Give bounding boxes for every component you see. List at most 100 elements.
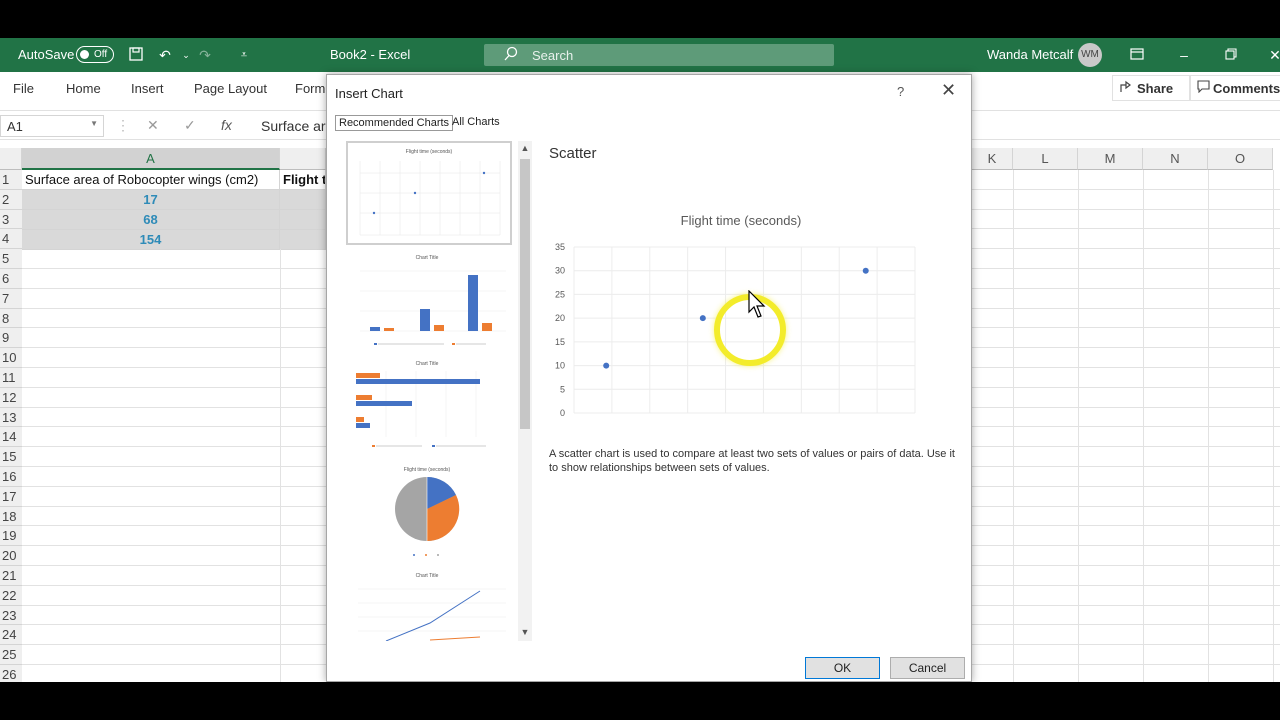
row-header-11[interactable]: 11 (0, 368, 22, 388)
autosave-toggle[interactable]: Off (76, 46, 114, 63)
help-icon[interactable]: ? (897, 84, 904, 99)
row-header-20[interactable]: 20 (0, 546, 22, 566)
column-header-b[interactable] (280, 148, 326, 170)
function-icon[interactable]: fx (221, 117, 232, 133)
avatar[interactable]: WM (1078, 43, 1102, 67)
select-all-corner[interactable] (0, 148, 22, 170)
cell-b3[interactable] (280, 210, 326, 230)
row-header-3[interactable]: 3 (0, 209, 22, 230)
customize-toolbar-icon[interactable]: ⩡ (235, 46, 253, 64)
save-icon[interactable] (127, 46, 145, 64)
grid-column-line (1013, 665, 1014, 682)
column-header-n[interactable]: N (1143, 148, 1208, 170)
thumbnail-clustered-column[interactable]: Chart Title (346, 251, 512, 355)
cell-a2[interactable]: 17 (22, 190, 280, 210)
ok-button[interactable]: OK (805, 657, 880, 679)
row-header-22[interactable]: 22 (0, 585, 22, 606)
cancel-entry-icon[interactable]: ✕ (147, 117, 159, 134)
data-point (603, 362, 610, 369)
row-header-25[interactable]: 25 (0, 645, 22, 665)
scroll-down-icon[interactable]: ▼ (518, 627, 532, 637)
thumbnail-scatter[interactable]: Flight time (seconds) (346, 141, 512, 245)
row-header-7[interactable]: 7 (0, 288, 22, 309)
cell-b1[interactable]: Flight ti (280, 170, 326, 190)
row-header-16[interactable]: 16 (0, 467, 22, 487)
cell-a3[interactable]: 68 (22, 210, 280, 230)
grid-column-line (280, 387, 281, 407)
chart-list-scrollbar[interactable]: ▲ ▼ (518, 141, 532, 641)
formula-content[interactable]: Surface are (261, 118, 333, 134)
column-header-o[interactable]: O (1208, 148, 1273, 170)
redo-icon[interactable]: ↷ (196, 46, 214, 64)
undo-dropdown-icon[interactable]: ⌄ (177, 46, 195, 64)
scroll-thumb[interactable] (520, 159, 530, 429)
tab-all-charts[interactable]: All Charts (449, 115, 503, 129)
row-header-1[interactable]: 1 (0, 170, 22, 190)
search-box[interactable]: Search (484, 44, 834, 66)
minimize-icon[interactable]: – (1175, 46, 1193, 64)
cancel-button[interactable]: Cancel (890, 657, 965, 679)
thumbnail-line[interactable]: Chart Title (346, 569, 512, 641)
grid-column-line (1143, 427, 1144, 447)
row-header-15[interactable]: 15 (0, 447, 22, 467)
row-header-6[interactable]: 6 (0, 269, 22, 289)
row-header-5[interactable]: 5 (0, 249, 22, 269)
row-header-2[interactable]: 2 (0, 189, 22, 210)
cell-b2[interactable] (280, 190, 326, 210)
row-header-4[interactable]: 4 (0, 229, 22, 250)
grid-column-line (1208, 209, 1209, 229)
row-header-21[interactable]: 21 (0, 566, 22, 586)
grid-column-line (1273, 387, 1274, 407)
comments-button[interactable]: Comments (1190, 75, 1280, 101)
row-header-14[interactable]: 14 (0, 427, 22, 448)
confirm-entry-icon[interactable]: ✓ (184, 117, 196, 134)
row-header-19[interactable]: 19 (0, 526, 22, 547)
undo-icon[interactable]: ↶ (156, 46, 174, 64)
cell-b4[interactable] (280, 230, 326, 250)
grid-row-right (972, 348, 1280, 368)
grid-column-line (1143, 348, 1144, 367)
row-header-12[interactable]: 12 (0, 387, 22, 408)
column-header-m[interactable]: M (1078, 148, 1143, 170)
column-header-l[interactable]: L (1013, 148, 1078, 170)
close-icon[interactable]: ✕ (941, 80, 956, 101)
grid-column-line (1143, 506, 1144, 526)
cell-a1[interactable]: Surface area of Robocopter wings (cm2) (22, 170, 280, 190)
user-name[interactable]: Wanda Metcalf (987, 47, 1073, 62)
cell-a4[interactable]: 154 (22, 230, 280, 250)
insert-chart-dialog: Insert Chart ? ✕ Recommended Charts All … (326, 74, 972, 682)
row-header-17[interactable]: 17 (0, 486, 22, 507)
row-header-10[interactable]: 10 (0, 348, 22, 368)
restore-icon[interactable] (1222, 46, 1240, 64)
grid-column-line (1273, 308, 1274, 328)
grid-column-line (1078, 467, 1079, 486)
ribbon-display-icon[interactable] (1128, 46, 1146, 64)
row-header-24[interactable]: 24 (0, 625, 22, 646)
share-button[interactable]: Share (1112, 75, 1190, 101)
close-window-icon[interactable]: ✕ (1266, 46, 1280, 64)
name-box[interactable]: A1 ▼ (0, 115, 104, 137)
row-header-8[interactable]: 8 (0, 308, 22, 329)
tab-page-layout[interactable]: Page Layout (194, 81, 267, 96)
grid-column-line (1013, 546, 1014, 565)
thumbnail-pie[interactable]: Flight time (seconds) (346, 463, 512, 567)
column-header-a[interactable]: A (22, 148, 280, 170)
row-header-26[interactable]: 26 (0, 665, 22, 682)
toggle-knob (80, 50, 89, 59)
tab-home[interactable]: Home (66, 81, 101, 96)
chevron-down-icon[interactable]: ▼ (90, 119, 98, 128)
column-header-k[interactable]: K (972, 148, 1013, 170)
tab-file[interactable]: File (13, 81, 34, 96)
row-header-13[interactable]: 13 (0, 407, 22, 428)
row-header-18[interactable]: 18 (0, 506, 22, 527)
tab-formulas[interactable]: Form (295, 81, 325, 96)
grid-column-line (1143, 170, 1144, 189)
grid-row (22, 526, 326, 547)
row-header-9[interactable]: 9 (0, 328, 22, 349)
tab-insert[interactable]: Insert (131, 81, 164, 96)
row-header-23[interactable]: 23 (0, 605, 22, 626)
thumbnail-clustered-bar[interactable]: Chart Title (346, 357, 512, 461)
scroll-up-icon[interactable]: ▲ (518, 143, 532, 153)
grid-column-line (1273, 249, 1274, 268)
tab-recommended-charts[interactable]: Recommended Charts (335, 115, 454, 131)
